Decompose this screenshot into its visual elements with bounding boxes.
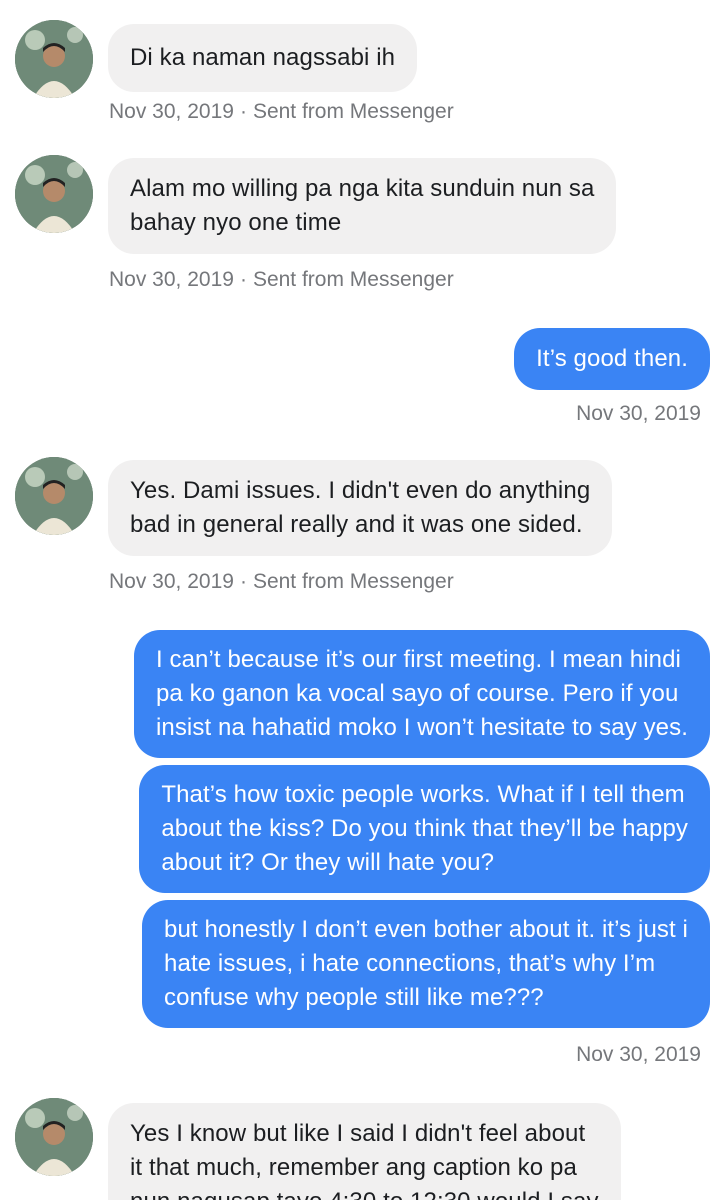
message-source: Sent from Messenger: [252, 100, 454, 123]
message-date: Nov 30, 2019: [576, 1043, 701, 1066]
message-text-line: about it? Or they will hate you?: [161, 849, 495, 876]
sender-avatar[interactable]: [15, 155, 93, 233]
sender-avatar[interactable]: [15, 20, 93, 98]
message-text-line: bahay nyo one time: [130, 209, 342, 236]
message-text-line: but honestly I don’t even bother about i…: [164, 916, 688, 943]
message-meta: Nov 30, 2019 · Sent from Messenger: [109, 100, 454, 124]
message-text: It’s good then.: [536, 345, 688, 372]
message-text-line: about the kiss? Do you think that they’l…: [161, 815, 688, 842]
avatar-photo: [15, 457, 93, 535]
message-bubble-outgoing[interactable]: It’s good then.: [514, 328, 710, 390]
message-date: Nov 30, 2019: [109, 268, 234, 291]
message-meta: Nov 30, 2019 · Sent from Messenger: [109, 570, 454, 594]
message-text-line: insist na hahatid moko I won’t hesitate …: [155, 714, 688, 741]
message-text-line: hate issues, i hate connections, that’s …: [164, 950, 656, 977]
meta-separator: ·: [239, 100, 247, 123]
message-meta: Nov 30, 2019 · Sent from Messenger: [109, 268, 454, 292]
message-text-line: That’s how toxic people works. What if I…: [161, 781, 685, 808]
sender-avatar[interactable]: [15, 457, 93, 535]
message-bubble-outgoing[interactable]: I can’t because it’s our first meeting. …: [133, 630, 710, 758]
avatar-photo: [15, 1098, 93, 1176]
message-text-line: bad in general really and it was one sid…: [130, 511, 583, 538]
message-source: Sent from Messenger: [252, 268, 454, 291]
message-bubble-incoming[interactable]: Yes I know but like I said I didn't feel…: [108, 1103, 621, 1200]
message-date: Nov 30, 2019: [109, 570, 234, 593]
avatar-photo: [15, 155, 93, 233]
message-text-line: Alam mo willing pa nga kita sunduin nun …: [130, 175, 595, 202]
message-text-line: Yes I know but like I said I didn't feel…: [130, 1120, 586, 1147]
sender-avatar[interactable]: [15, 1098, 93, 1176]
message-source: Sent from Messenger: [252, 570, 454, 593]
message-bubble-incoming[interactable]: Di ka naman nagssabi ih: [108, 24, 418, 92]
message-text-line: it that much, remember ang caption ko pa: [130, 1154, 577, 1181]
avatar-photo: [15, 20, 93, 98]
message-text-line: pa ko ganon ka vocal sayo of course. Per…: [155, 680, 679, 707]
message-bubble-outgoing[interactable]: but honestly I don’t even bother about i…: [142, 900, 710, 1028]
message-date: Nov 30, 2019: [109, 100, 234, 123]
message-bubble-incoming[interactable]: Alam mo willing pa nga kita sunduin nun …: [108, 158, 617, 254]
message-text-line: Yes. Dami issues. I didn't even do anyth…: [130, 477, 591, 504]
message-bubble-outgoing[interactable]: That’s how toxic people works. What if I…: [139, 765, 710, 893]
message-date: Nov 30, 2019: [576, 402, 701, 425]
message-text-line: nun nagusap tayo 4:30 to 12:30 would I s…: [130, 1185, 599, 1200]
message-text: Di ka naman nagssabi ih: [130, 44, 396, 71]
message-text-line: confuse why people still like me???: [164, 984, 544, 1011]
meta-separator: ·: [239, 570, 247, 593]
message-bubble-incoming[interactable]: Yes. Dami issues. I didn't even do anyth…: [108, 460, 613, 556]
meta-separator: ·: [239, 268, 247, 291]
message-text-line: I can’t because it’s our first meeting. …: [155, 646, 681, 673]
